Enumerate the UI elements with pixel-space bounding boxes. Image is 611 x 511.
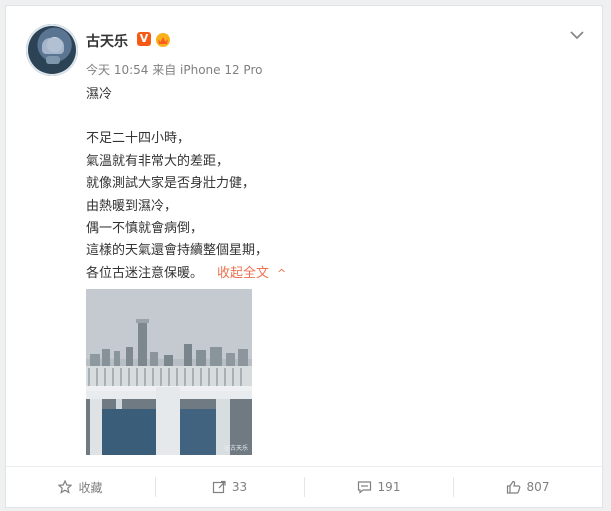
weibo-post-card: 古天乐 V 今天 10:54 来自 iPhone 12 Pro 濕冷 不足二十四… <box>5 5 603 508</box>
post-line: 不足二十四小時， <box>86 131 191 147</box>
favorite-button[interactable]: 收藏 <box>6 467 155 507</box>
like-button[interactable]: 807 <box>453 467 602 507</box>
repost-count: 33 <box>231 480 248 494</box>
avatar-helmet-chin <box>46 56 60 64</box>
post-last-line: 各位古迷注意保暖。 收起全文 ^ <box>86 263 286 285</box>
post-content: 濕冷 不足二十四小時， 氣溫就有非常大的差距， 就像測試大家是否身壯力健， 由熱… <box>86 84 286 285</box>
post-line: 氣溫就有非常大的差距， <box>86 153 230 169</box>
like-count: 807 <box>526 480 550 494</box>
image-watermark: @古天乐 <box>223 445 248 452</box>
avatar-helmet-visor <box>42 38 64 54</box>
post-photo[interactable]: @古天乐 <box>86 289 252 455</box>
post-line: 這樣的天氣還會持續整個星期， <box>86 243 269 259</box>
repost-button[interactable]: 33 <box>155 467 304 507</box>
post-line: 偶一不慎就會病倒， <box>86 221 204 237</box>
repost-icon <box>212 480 226 494</box>
post-line: 各位古迷注意保暖。 <box>86 265 204 281</box>
city-skyline-scene <box>86 289 252 455</box>
thumbs-up-icon <box>506 480 520 494</box>
member-crown-icon <box>156 33 170 47</box>
user-avatar[interactable] <box>26 24 78 76</box>
comment-icon <box>357 481 371 494</box>
collapse-text-link[interactable]: 收起全文 <box>217 266 269 281</box>
post-meta: 今天 10:54 来自 iPhone 12 Pro <box>86 63 263 77</box>
post-line: 就像測試大家是否身壯力健， <box>86 176 256 192</box>
verified-v-badge-icon: V <box>137 32 151 46</box>
star-icon <box>58 480 73 494</box>
comment-count: 191 <box>377 480 401 494</box>
action-bar: 收藏 33 191 807 <box>6 466 602 507</box>
comment-button[interactable]: 191 <box>304 467 453 507</box>
chevron-down-icon[interactable] <box>570 30 584 40</box>
post-title-line: 濕冷 <box>86 87 113 102</box>
username[interactable]: 古天乐 <box>86 31 128 51</box>
chevron-up-icon[interactable]: ^ <box>277 267 286 280</box>
favorite-label: 收藏 <box>78 480 103 495</box>
post-line: 由熱暖到濕冷， <box>86 198 178 214</box>
